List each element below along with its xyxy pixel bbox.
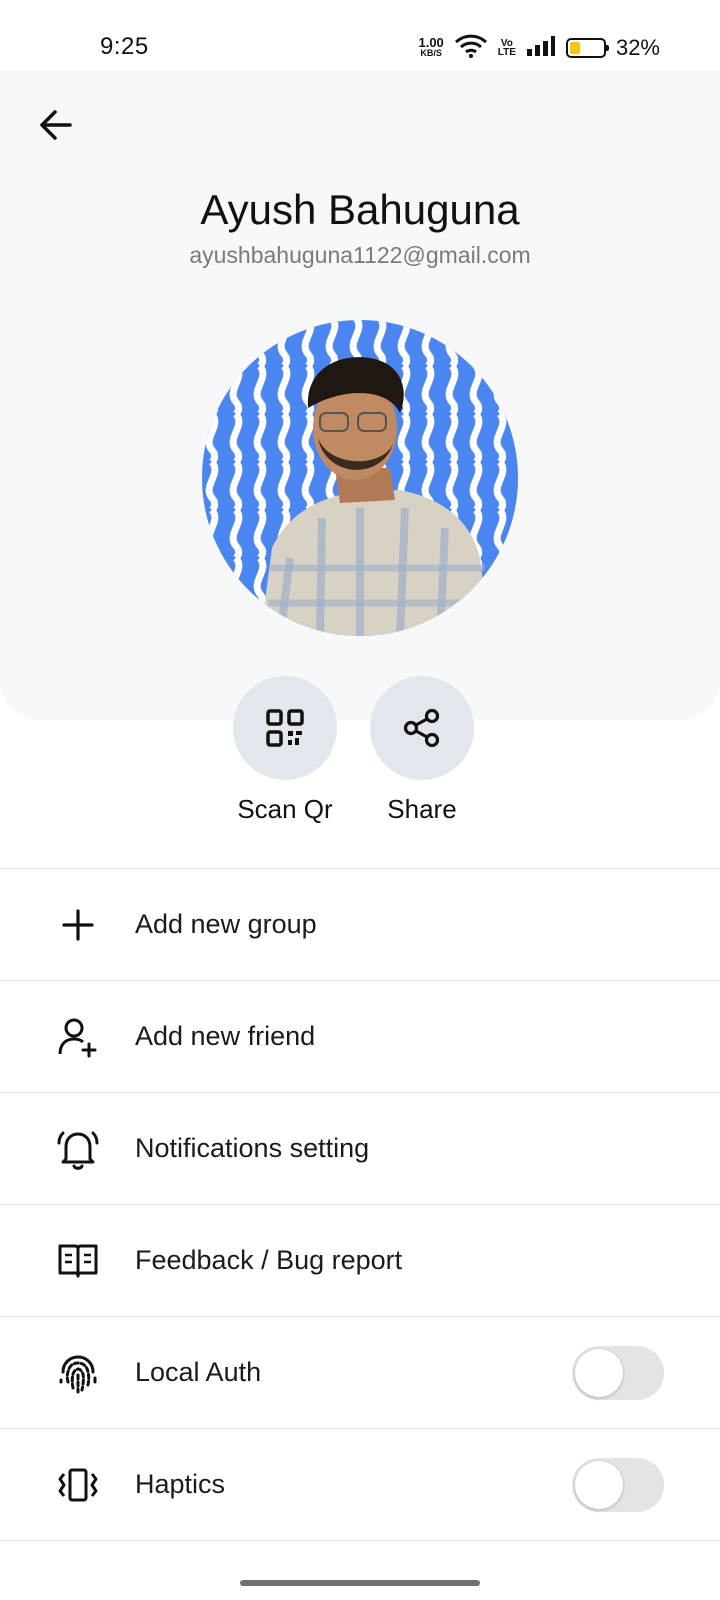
network-speed-value: 1.00: [418, 35, 444, 50]
menu-item-feedback-bug-report[interactable]: Feedback / Bug report: [0, 1204, 720, 1316]
share-icon: [403, 708, 440, 748]
profile-email: ayushbahuguna1122@gmail.com: [189, 242, 531, 268]
add-person-icon: [56, 1015, 100, 1059]
volte-indicator: Vo LTE: [497, 39, 516, 58]
bell-icon: [56, 1127, 100, 1171]
menu-item-add-new-friend[interactable]: Add new friend: [0, 980, 720, 1092]
menu-item-label: Add new friend: [135, 1021, 316, 1051]
network-speed-unit: KB/S: [420, 48, 442, 58]
vibration-icon: [56, 1463, 100, 1507]
menu-item-partial: [0, 1540, 720, 1600]
profile-screen: 9:25 1.00 KB/S Vo LTE 32% Ayush Bahuguna…: [0, 0, 720, 1600]
share-circle: [370, 676, 474, 780]
status-icons: 1.00 KB/S Vo LTE 32%: [418, 34, 660, 62]
menu-item-label: Haptics: [135, 1469, 226, 1499]
local-auth-toggle[interactable]: [572, 1345, 664, 1400]
wifi-icon: [454, 33, 488, 64]
status-time: 9:25: [100, 33, 149, 60]
scan-qr-circle: [233, 676, 337, 780]
toggle-knob: [575, 1348, 623, 1397]
menu-item-label: Local Auth: [135, 1357, 262, 1387]
menu-item-local-auth[interactable]: Local Auth: [0, 1316, 720, 1428]
toggle-knob: [575, 1460, 623, 1509]
fingerprint-icon: [56, 1351, 100, 1395]
gesture-navigation-bar[interactable]: [240, 1580, 480, 1586]
status-bar: 9:25 1.00 KB/S Vo LTE 32%: [0, 0, 720, 70]
menu-item-notifications-setting[interactable]: Notifications setting: [0, 1092, 720, 1204]
menu-item-label: Notifications setting: [135, 1133, 370, 1163]
qr-code-icon: [266, 709, 304, 747]
volte-bottom: LTE: [497, 47, 516, 58]
menu-item-label: Add new group: [135, 909, 317, 939]
battery-percent: 32%: [615, 35, 660, 60]
profile-name: Ayush Bahuguna: [200, 186, 520, 233]
menu-item-add-new-group[interactable]: Add new group: [0, 868, 720, 980]
back-button[interactable]: [34, 103, 78, 147]
menu-item-haptics[interactable]: Haptics: [0, 1428, 720, 1540]
book-icon: [56, 1239, 100, 1283]
network-speed: 1.00 KB/S: [418, 35, 444, 59]
plus-icon: [56, 903, 100, 947]
avatar: [200, 318, 520, 638]
signal-icon: [526, 35, 556, 62]
share-button[interactable]: Share: [362, 676, 482, 825]
scan-qr-button[interactable]: Scan Qr: [225, 676, 345, 825]
scan-qr-label: Scan Qr: [237, 794, 333, 824]
battery-icon: [565, 38, 609, 58]
share-label: Share: [387, 794, 457, 824]
menu-item-label: Feedback / Bug report: [135, 1245, 403, 1275]
settings-list: Add new group Add new friend Notificatio…: [0, 868, 720, 1600]
haptics-toggle[interactable]: [572, 1457, 664, 1512]
battery-fill: [569, 42, 581, 54]
arrow-left-icon: [40, 110, 72, 140]
